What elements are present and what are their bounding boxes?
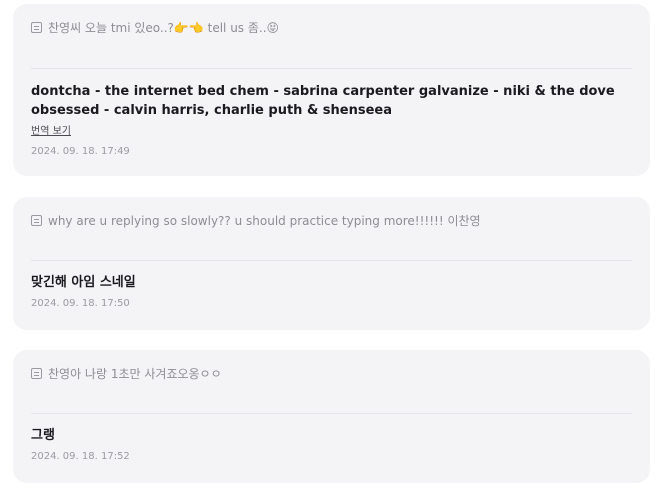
timestamp: 2024. 09. 18. 17:52 — [31, 451, 130, 462]
qa-card[interactable]: 찬영아 나랑 1초만 사겨죠오옹ㅇㅇ 그랭 2024. 09. 18. 17:5… — [13, 350, 650, 483]
divider — [31, 260, 632, 261]
divider — [31, 413, 632, 414]
question-text: 찬영아 나랑 1초만 사겨죠오옹ㅇㅇ — [48, 367, 222, 381]
message-icon — [31, 22, 42, 33]
qa-feed: 찬영씨 오늘 tmi 있eo..?👉👈 tell us 좀..😝 dontcha… — [0, 0, 660, 491]
message-icon — [31, 215, 42, 226]
question-row: 찬영씨 오늘 tmi 있eo..?👉👈 tell us 좀..😝 — [31, 19, 632, 36]
question-row: why are u replying so slowly?? u should … — [31, 212, 632, 229]
timestamp: 2024. 09. 18. 17:49 — [31, 146, 130, 157]
answer-text: 맞긴해 아임 스네일 — [31, 275, 136, 290]
qa-card[interactable]: 찬영씨 오늘 tmi 있eo..?👉👈 tell us 좀..😝 dontcha… — [13, 4, 650, 176]
qa-card[interactable]: why are u replying so slowly?? u should … — [13, 197, 650, 330]
timestamp: 2024. 09. 18. 17:50 — [31, 298, 130, 309]
question-row: 찬영아 나랑 1초만 사겨죠오옹ㅇㅇ — [31, 365, 632, 382]
answer-text: dontcha - the internet bed chem - sabrin… — [31, 84, 615, 118]
divider — [31, 68, 632, 69]
translate-link[interactable]: 번역 보기 — [31, 122, 71, 137]
question-text: 찬영씨 오늘 tmi 있eo..?👉👈 tell us 좀..😝 — [48, 21, 280, 35]
answer-text: 그랭 — [31, 428, 55, 443]
message-icon — [31, 368, 42, 379]
question-text: why are u replying so slowly?? u should … — [48, 214, 481, 228]
